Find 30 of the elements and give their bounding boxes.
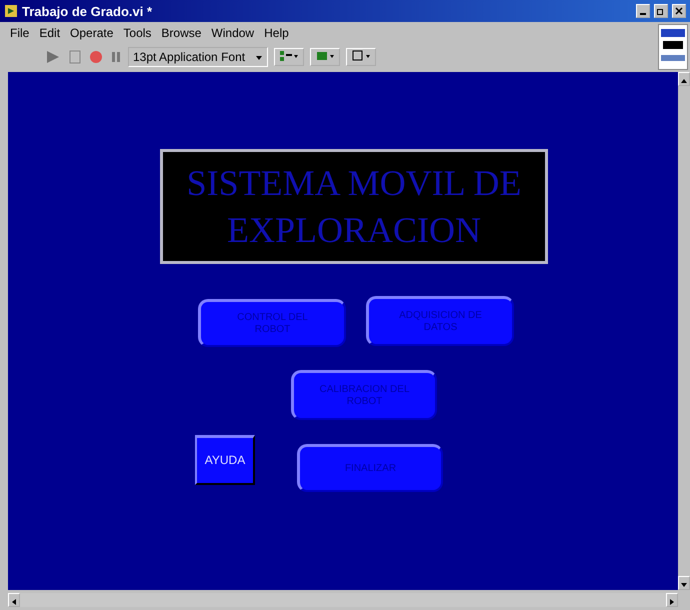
menu-item[interactable]: Edit (39, 26, 60, 40)
minimize-button[interactable] (636, 4, 650, 18)
menu-item[interactable]: Operate (70, 26, 114, 40)
app-icon (4, 4, 18, 18)
window-title: Trabajo de Grado.vi * (22, 4, 152, 18)
close-icon (675, 7, 683, 15)
panel-title: SISTEMA MOVIL DE EXPLORACION (160, 149, 548, 264)
restore-button[interactable] (654, 4, 668, 18)
left-arrow-icon (10, 598, 18, 606)
menu-item[interactable]: Help (264, 26, 289, 40)
distribute-icon[interactable] (310, 48, 340, 66)
scroll-up-button[interactable] (678, 72, 690, 86)
scroll-down-button[interactable] (678, 576, 690, 590)
scroll-right-button[interactable] (666, 593, 678, 607)
align-icon[interactable] (274, 48, 304, 66)
right-arrow-icon (668, 598, 676, 606)
font-dropdown[interactable]: 13pt Application Font (128, 47, 268, 67)
menu-item[interactable]: Window (211, 26, 254, 40)
menu-item[interactable]: Tools (123, 26, 152, 40)
menu-item[interactable]: Browse (161, 26, 202, 40)
horizontal-scrollbar[interactable] (20, 593, 666, 607)
reorder-icon[interactable] (346, 48, 376, 66)
up-arrow-icon (680, 77, 688, 85)
scroll-left-button[interactable] (8, 593, 20, 607)
close-button[interactable] (672, 4, 686, 18)
menu-item[interactable]: File (10, 26, 30, 40)
connector-pane-icon[interactable] (658, 24, 688, 70)
restore-icon (657, 7, 665, 15)
down-arrow-icon (680, 581, 688, 589)
help-button[interactable]: AYUDA (195, 435, 255, 485)
